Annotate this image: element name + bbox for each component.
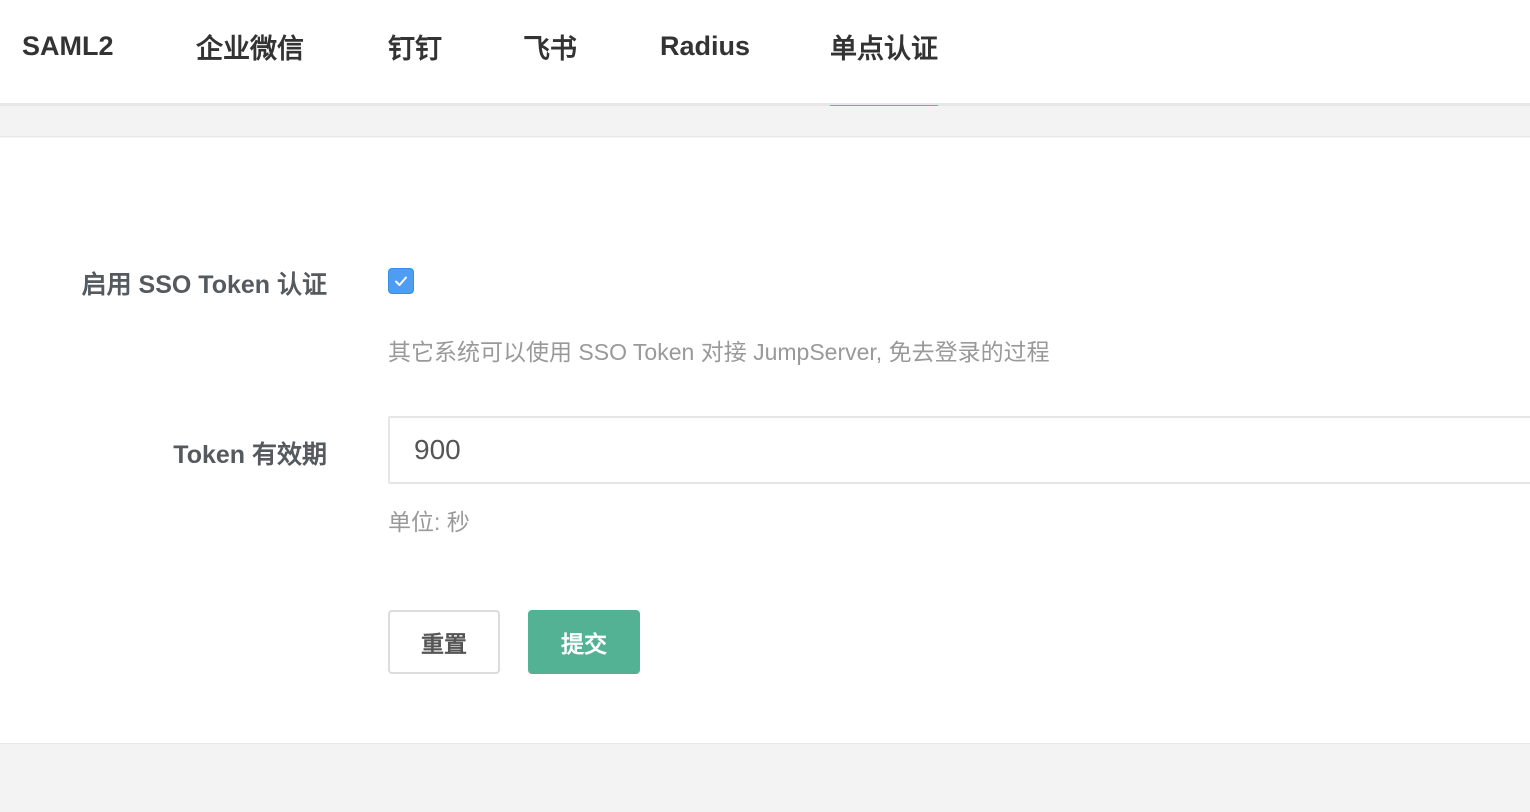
check-icon (395, 276, 407, 286)
tab-saml2[interactable]: SAML2 (22, 0, 114, 106)
token-ttl-input[interactable] (388, 416, 1530, 484)
submit-button[interactable]: 提交 (528, 610, 640, 674)
tab-wecom[interactable]: 企业微信 (196, 0, 304, 106)
token-ttl-label: Token 有效期 (173, 441, 327, 469)
token-ttl-help-text: 单位: 秒 (388, 509, 470, 535)
reset-button[interactable]: 重置 (388, 610, 500, 674)
sso-enable-checkbox[interactable] (388, 268, 414, 294)
sso-settings-form: 启用 SSO Token 认证 其它系统可以使用 SSO Token 对接 Ju… (0, 138, 1530, 744)
tab-dingtalk[interactable]: 钉钉 (388, 0, 442, 106)
tab-radius[interactable]: Radius (660, 0, 750, 106)
sso-enable-label: 启用 SSO Token 认证 (81, 271, 327, 299)
tab-sso[interactable]: 单点认证 (830, 0, 938, 109)
sso-enable-help-text: 其它系统可以使用 SSO Token 对接 JumpServer, 免去登录的过… (388, 339, 1050, 365)
tab-content-separator (0, 106, 1530, 137)
tab-feishu[interactable]: 飞书 (523, 0, 577, 106)
settings-tab-bar: SAML2 企业微信 钉钉 飞书 Radius 单点认证 (0, 0, 1530, 109)
